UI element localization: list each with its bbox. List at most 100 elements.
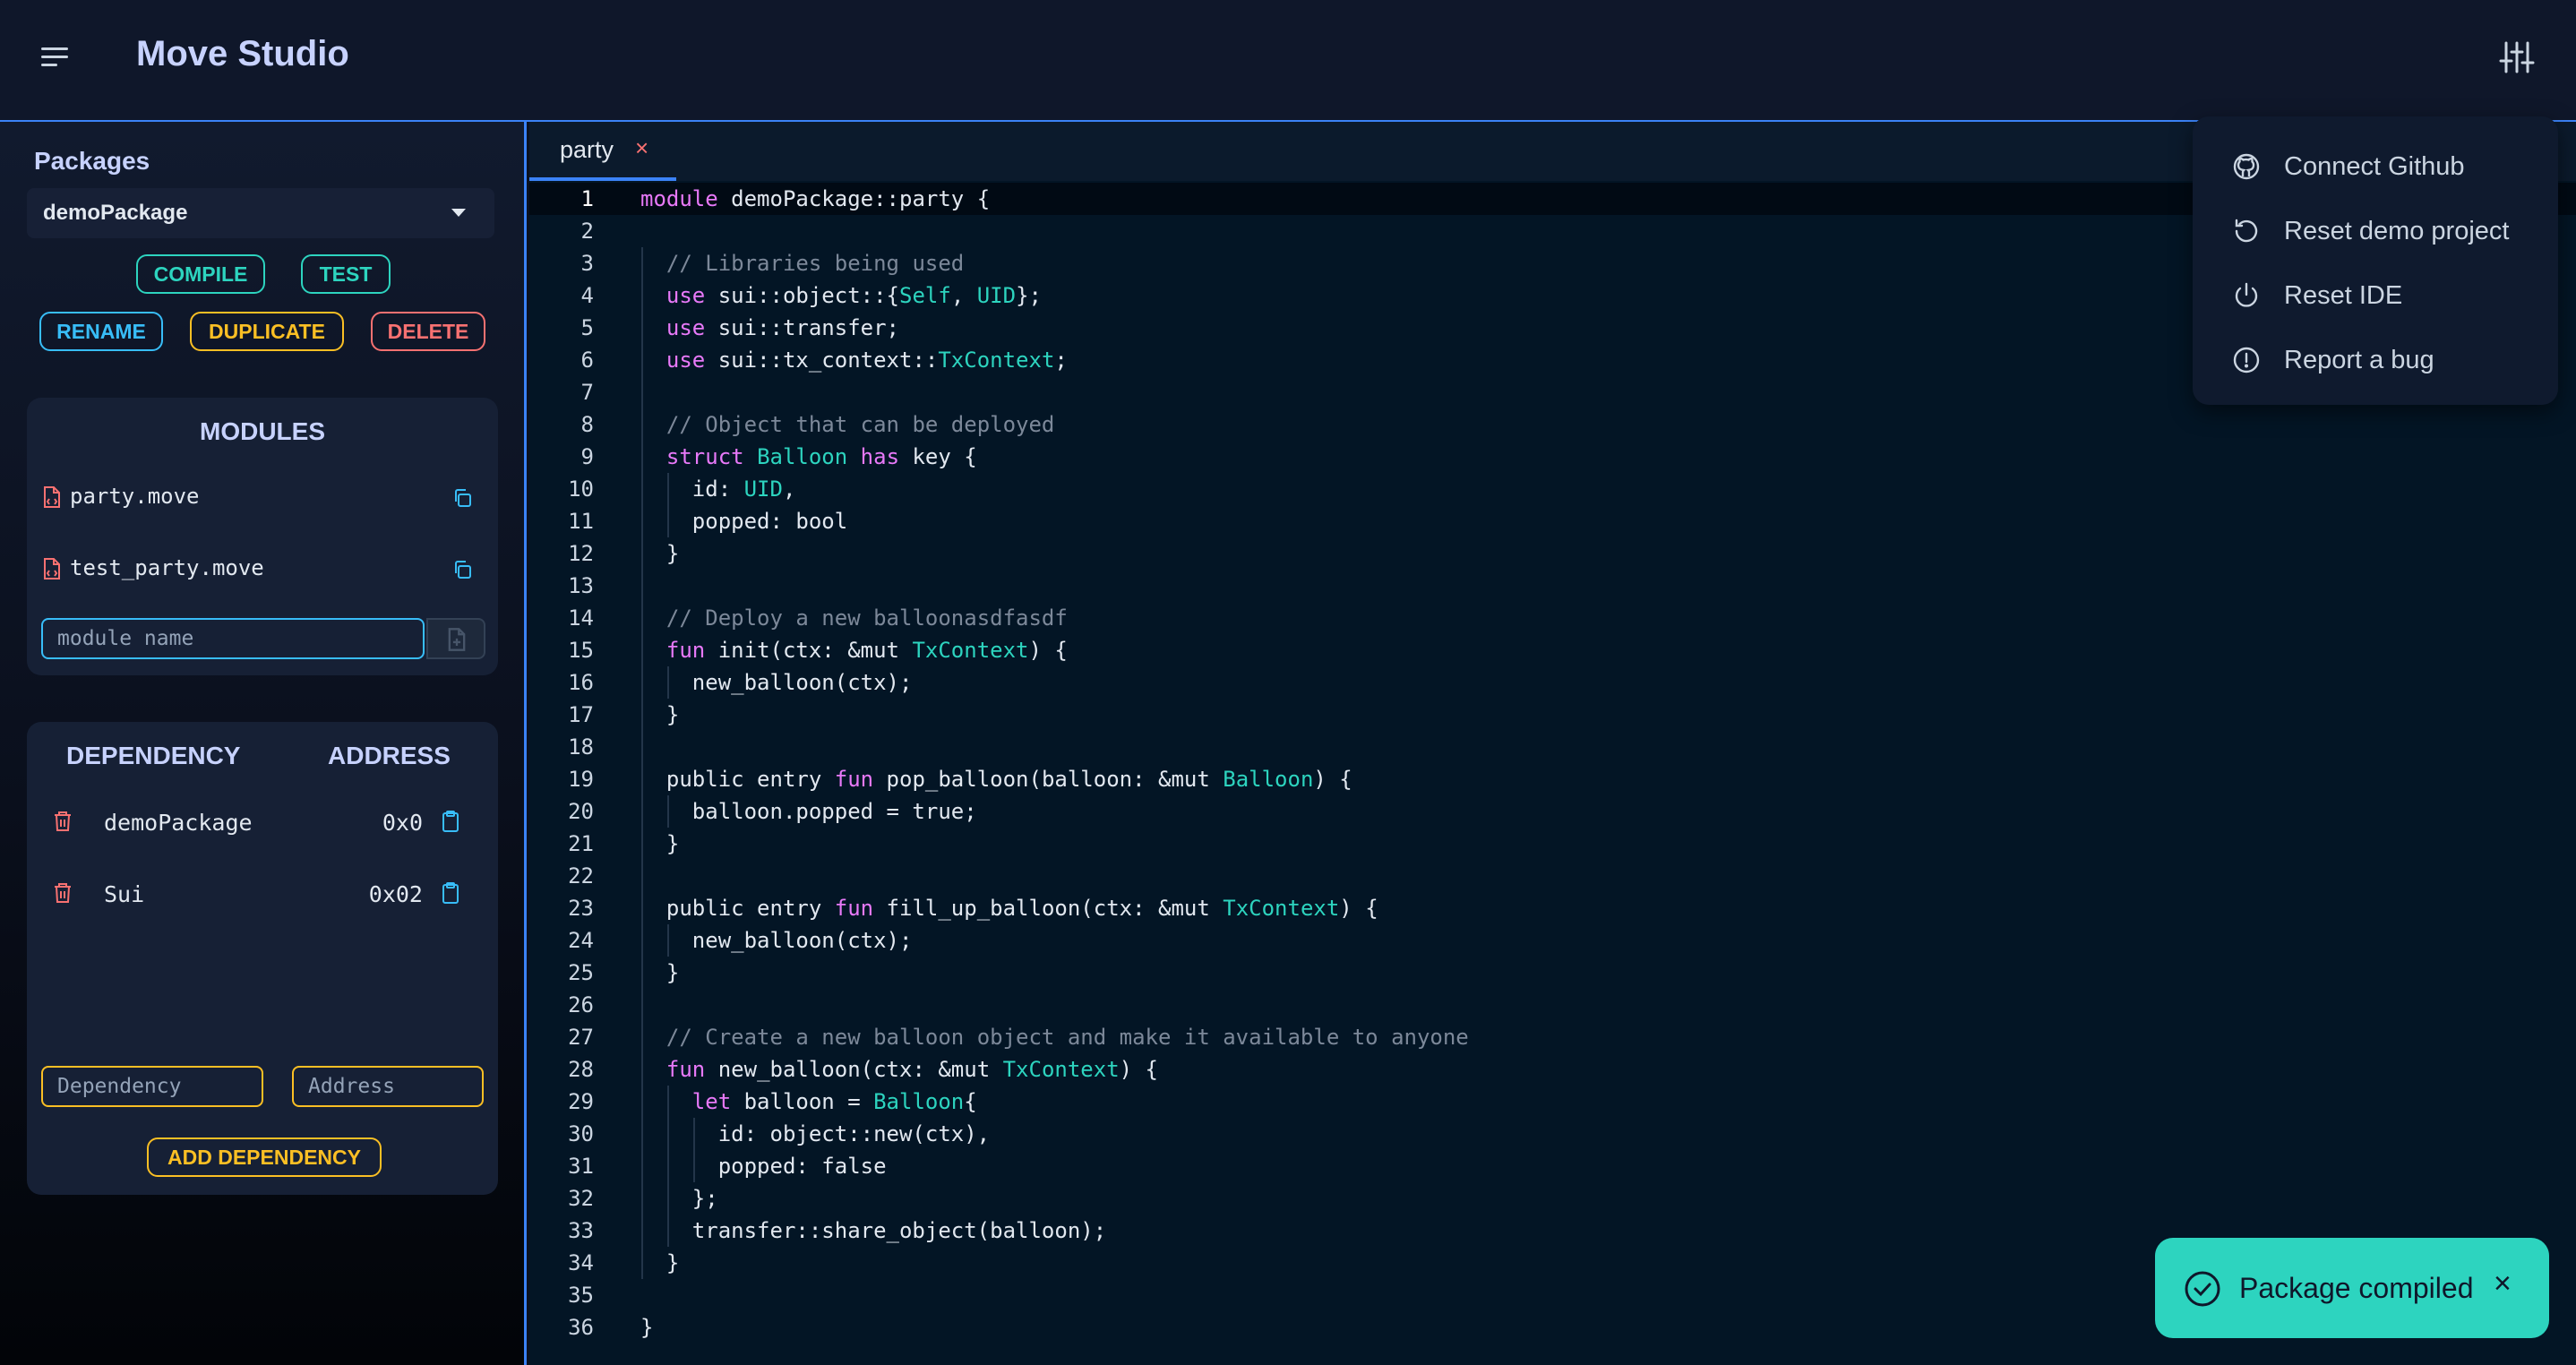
check-circle-icon xyxy=(2185,1271,2220,1307)
settings-menu: Connect Github Reset demo project Reset … xyxy=(2193,116,2558,405)
code-line[interactable]: 30 id: object::new(ctx), xyxy=(529,1118,2576,1150)
line-number: 18 xyxy=(568,734,594,760)
module-name-input[interactable]: module name xyxy=(41,618,425,659)
code-line[interactable]: 24 new_balloon(ctx); xyxy=(529,924,2576,957)
code-line[interactable]: 12 } xyxy=(529,537,2576,570)
compile-button[interactable]: COMPILE xyxy=(136,254,265,294)
menu-item-report-bug[interactable]: Report a bug xyxy=(2193,328,2558,392)
code-line[interactable]: 22 xyxy=(529,860,2576,892)
module-name: party.move xyxy=(70,484,200,509)
code-line[interactable]: 31 popped: false xyxy=(529,1150,2576,1182)
reset-icon xyxy=(2235,219,2258,243)
copy-icon[interactable] xyxy=(451,487,473,509)
close-tab-icon[interactable]: × xyxy=(635,134,648,162)
dependency-row: Sui 0x02 xyxy=(27,862,498,924)
code-line[interactable]: 8 // Object that can be deployed xyxy=(529,408,2576,441)
close-toast-icon[interactable]: × xyxy=(2494,1266,2512,1301)
add-module-button[interactable] xyxy=(426,618,485,659)
menu-item-reset-demo-project[interactable]: Reset demo project xyxy=(2193,199,2558,263)
code-text: new_balloon(ctx); xyxy=(640,670,913,695)
code-text: fun new_balloon(ctx: &mut TxContext) { xyxy=(665,1057,1159,1082)
address-input[interactable]: Address xyxy=(292,1066,484,1107)
code-text: id: UID, xyxy=(640,476,796,502)
code-line[interactable]: 19 public entry fun pop_balloon(balloon:… xyxy=(529,763,2576,795)
tab-label: party xyxy=(560,136,614,163)
code-line[interactable]: 9 struct Balloon has key { xyxy=(529,441,2576,473)
copy-icon[interactable] xyxy=(451,559,473,580)
code-line[interactable]: 16 new_balloon(ctx); xyxy=(529,666,2576,699)
add-dependency-button[interactable]: ADD DEPENDENCY xyxy=(147,1138,382,1177)
code-line[interactable]: 23 public entry fun fill_up_balloon(ctx:… xyxy=(529,892,2576,924)
dependency-input[interactable]: Dependency xyxy=(41,1066,263,1107)
module-item[interactable]: party.move xyxy=(27,466,498,528)
package-select[interactable]: demoPackage xyxy=(27,188,494,238)
package-select-value: demoPackage xyxy=(43,201,188,225)
code-text: } xyxy=(640,702,680,727)
module-item[interactable]: test_party.move xyxy=(27,537,498,600)
code-line[interactable]: 18 xyxy=(529,731,2576,763)
tab-party[interactable]: party × xyxy=(529,122,676,181)
clipboard-icon[interactable] xyxy=(441,810,460,833)
dependency-name: demoPackage xyxy=(104,810,253,836)
code-line[interactable]: 11 popped: bool xyxy=(529,505,2576,537)
line-number: 31 xyxy=(568,1154,594,1179)
line-number: 20 xyxy=(568,799,594,824)
toast-notification: Package compiled × xyxy=(2155,1238,2549,1338)
code-text: new_balloon(ctx); xyxy=(640,928,913,953)
line-number: 33 xyxy=(568,1218,594,1243)
sliders-icon[interactable] xyxy=(2499,39,2535,75)
line-number: 2 xyxy=(580,219,594,244)
line-number: 29 xyxy=(568,1089,594,1114)
modules-card: MODULES party.move test_party.move modul… xyxy=(27,398,498,675)
menu-item-label: Report a bug xyxy=(2284,346,2434,374)
modules-title: MODULES xyxy=(200,417,325,445)
trash-icon[interactable] xyxy=(52,810,73,833)
line-number: 23 xyxy=(568,896,594,921)
duplicate-button[interactable]: DUPLICATE xyxy=(190,312,344,351)
trash-icon[interactable] xyxy=(52,881,73,905)
indent-guide xyxy=(666,473,669,537)
code-line[interactable]: 32 }; xyxy=(529,1182,2576,1215)
code-line[interactable]: 15 fun init(ctx: &mut TxContext) { xyxy=(529,634,2576,666)
code-line[interactable]: 28 fun new_balloon(ctx: &mut TxContext) … xyxy=(529,1053,2576,1086)
dependency-address: 0x0 xyxy=(382,810,423,836)
code-line[interactable]: 21 } xyxy=(529,828,2576,860)
indent-guide xyxy=(641,247,643,1279)
code-line[interactable]: 10 id: UID, xyxy=(529,473,2576,505)
dependency-row: demoPackage 0x0 xyxy=(27,790,498,853)
line-number: 3 xyxy=(580,251,594,276)
menu-item-reset-ide[interactable]: Reset IDE xyxy=(2193,263,2558,328)
line-number: 14 xyxy=(568,605,594,631)
line-number: 12 xyxy=(568,541,594,566)
hamburger-menu-icon[interactable] xyxy=(38,41,70,73)
line-number: 21 xyxy=(568,831,594,856)
header-bar: Move Studio xyxy=(0,0,2576,122)
code-line[interactable]: 25 } xyxy=(529,957,2576,989)
delete-button[interactable]: DELETE xyxy=(371,312,485,351)
dependencies-card: DEPENDENCY ADDRESS demoPackage 0x0 Sui 0… xyxy=(27,722,498,1195)
code-text: popped: bool xyxy=(640,509,848,534)
code-line[interactable]: 26 xyxy=(529,989,2576,1021)
line-number: 36 xyxy=(568,1315,594,1340)
module-name: test_party.move xyxy=(70,555,264,580)
code-text: } xyxy=(640,541,680,566)
code-line[interactable]: 14 // Deploy a new balloonasdfasdf xyxy=(529,602,2576,634)
code-line[interactable]: 27 // Create a new balloon object and ma… xyxy=(529,1021,2576,1053)
code-text: let balloon = Balloon{ xyxy=(691,1089,977,1114)
line-number: 9 xyxy=(580,444,594,469)
dependency-column-header: DEPENDENCY xyxy=(66,742,241,769)
alert-circle-icon xyxy=(2233,347,2260,373)
line-number: 7 xyxy=(580,380,594,405)
clipboard-icon[interactable] xyxy=(441,881,460,905)
code-text: } xyxy=(640,831,680,856)
code-line[interactable]: 17 } xyxy=(529,699,2576,731)
test-button[interactable]: TEST xyxy=(301,254,391,294)
code-text: use sui::tx_context::TxContext; xyxy=(665,348,1068,373)
menu-item-connect-github[interactable]: Connect Github xyxy=(2193,134,2558,199)
code-line[interactable]: 20 balloon.popped = true; xyxy=(529,795,2576,828)
dependency-address: 0x02 xyxy=(368,881,423,907)
code-line[interactable]: 29 let balloon = Balloon{ xyxy=(529,1086,2576,1118)
code-line[interactable]: 13 xyxy=(529,570,2576,602)
line-number: 28 xyxy=(568,1057,594,1082)
rename-button[interactable]: RENAME xyxy=(39,312,163,351)
